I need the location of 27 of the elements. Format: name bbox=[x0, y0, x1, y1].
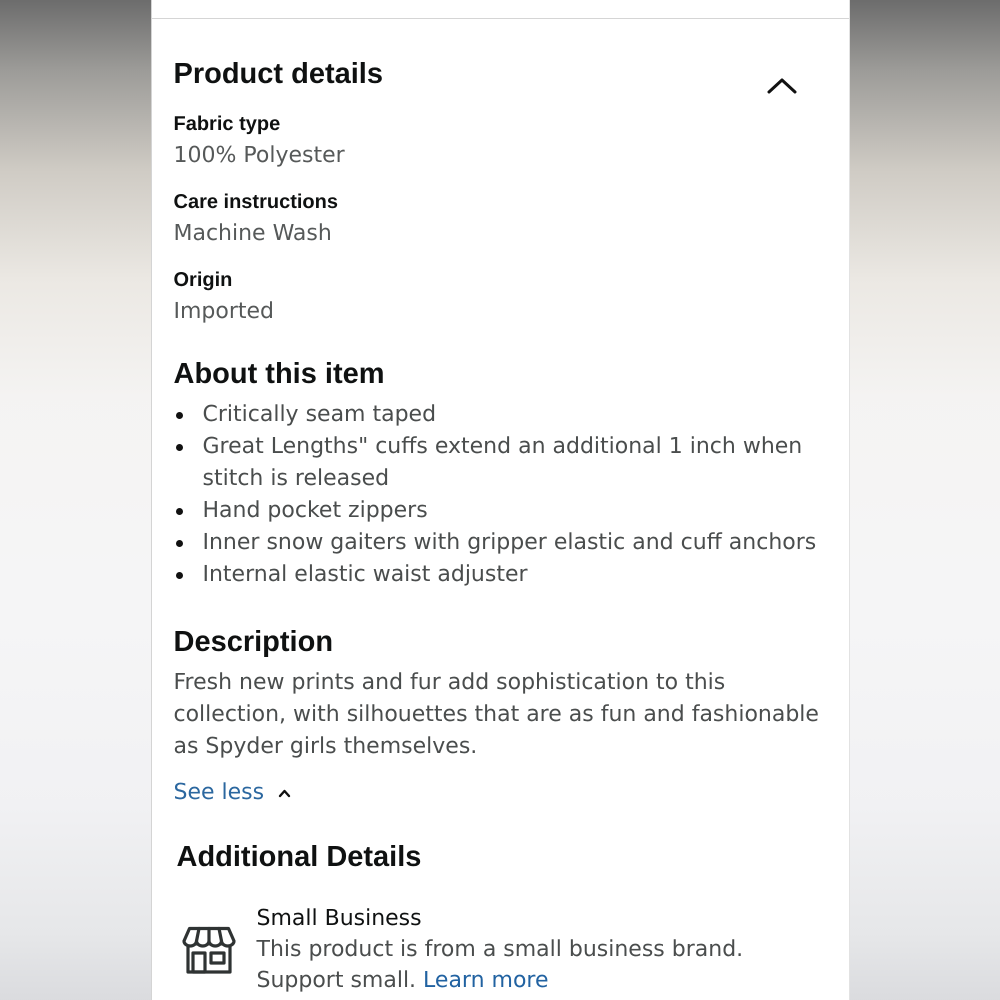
attribute-value: 100% Polyester bbox=[174, 142, 345, 170]
bullet-text: Critically seam taped bbox=[202, 401, 436, 429]
badge-title: Small Business bbox=[256, 905, 422, 933]
attribute-label: Origin bbox=[174, 268, 232, 293]
bullet-icon bbox=[176, 508, 182, 514]
bullet-icon bbox=[176, 444, 182, 450]
bullet-text: Internal elastic waist adjuster bbox=[202, 561, 528, 589]
chevron-up-icon[interactable] bbox=[766, 77, 796, 95]
attribute-label: Fabric type bbox=[174, 112, 280, 137]
section-heading: About this item bbox=[174, 357, 386, 391]
bullet-icon bbox=[176, 540, 182, 546]
bullet-text: Hand pocket zippers bbox=[202, 497, 428, 525]
section-heading: Additional Details bbox=[176, 840, 422, 874]
store-icon bbox=[180, 926, 236, 974]
badge-description: This product is from a small business brand. Support small. Learn more bbox=[256, 936, 744, 995]
attribute-value: Imported bbox=[174, 298, 274, 326]
section-heading: Product details bbox=[174, 57, 383, 91]
bullet-text: Inner snow gaiters with gripper elastic and cuff anchors bbox=[202, 529, 816, 557]
section-heading: Description bbox=[174, 625, 334, 659]
description-text: Fresh new prints and fur add sophistication to this collection, with silhouettes that are as fun and fashionable as Spyder girls themselves. bbox=[174, 669, 820, 761]
bullet-icon bbox=[176, 572, 182, 578]
learn-more-link[interactable]: Learn more bbox=[423, 968, 549, 993]
bullet-text: Great Lengths" cuffs extend an additional 1 inch when stitch is released bbox=[202, 433, 804, 493]
attribute-label: Care instructions bbox=[174, 190, 338, 215]
bullet-icon bbox=[176, 412, 182, 418]
description-toggle-link[interactable]: See less bbox=[174, 778, 292, 808]
attribute-value: Machine Wash bbox=[174, 220, 332, 248]
